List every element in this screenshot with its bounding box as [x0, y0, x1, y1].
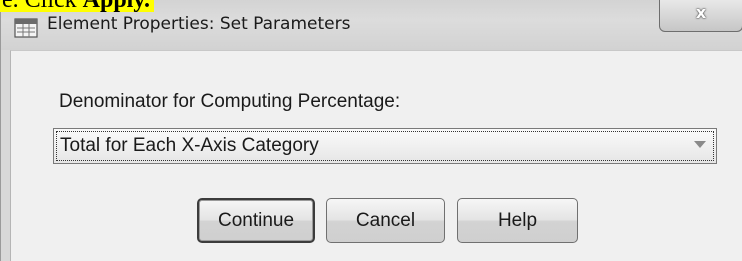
dialog-window: Element Properties: Set Parameters x Den…: [0, 0, 742, 261]
cancel-button[interactable]: Cancel: [326, 198, 445, 243]
dialog-body: Denominator for Computing Percentage: To…: [10, 50, 742, 261]
instruction-emphasis: Apply.: [82, 0, 151, 13]
dialog-title: Element Properties: Set Parameters: [47, 14, 351, 34]
help-button[interactable]: Help: [457, 198, 578, 243]
close-icon: x: [695, 3, 707, 22]
screenshot: Element Properties: Set Parameters x Den…: [0, 0, 742, 261]
app-window-icon: [14, 18, 38, 38]
instruction-prefix: e. Click: [2, 0, 83, 13]
instruction-text: e. Click Apply.: [0, 0, 155, 13]
continue-button[interactable]: Continue: [197, 198, 315, 243]
denominator-selected-value: Total for Each X-Axis Category: [60, 135, 319, 156]
close-button[interactable]: x: [659, 0, 742, 32]
denominator-label: Denominator for Computing Percentage:: [59, 91, 401, 112]
chevron-down-icon[interactable]: [694, 141, 706, 148]
denominator-dropdown[interactable]: Total for Each X-Axis Category: [53, 128, 717, 164]
